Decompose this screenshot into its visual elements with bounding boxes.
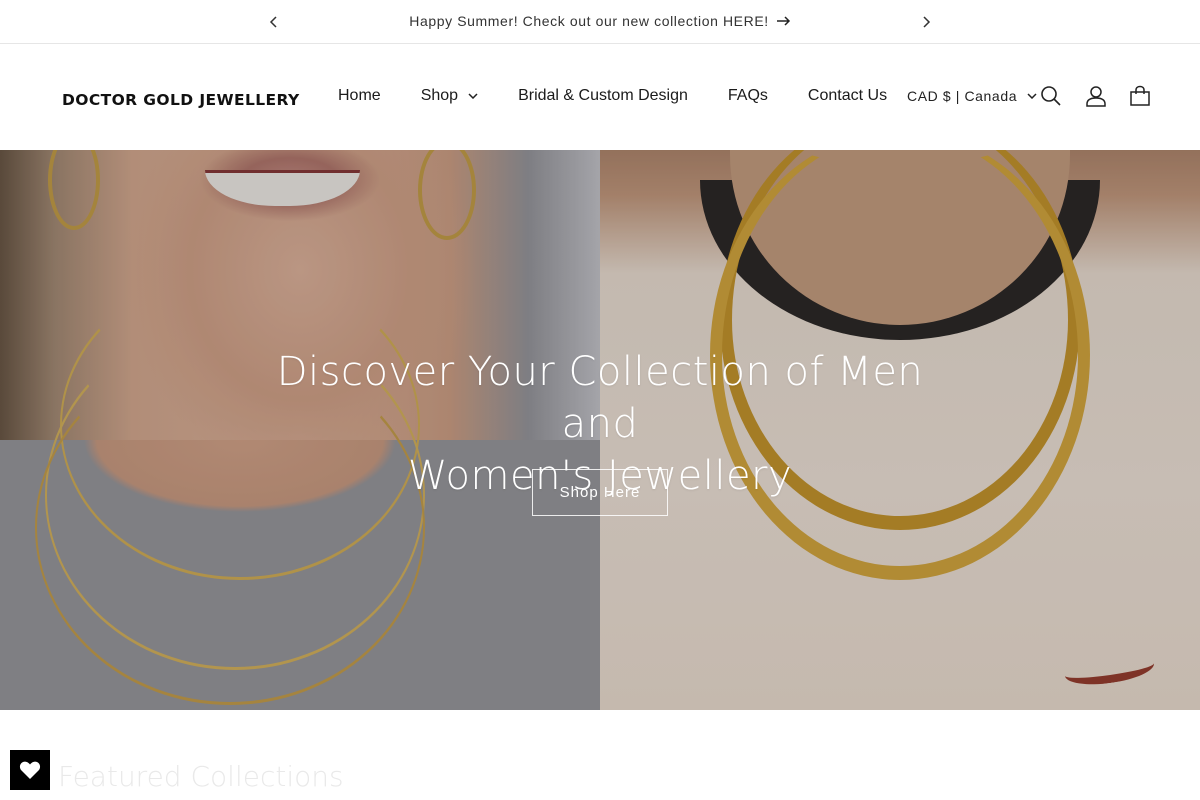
chevron-right-icon	[923, 16, 931, 28]
search-icon	[1041, 86, 1061, 106]
nav-item-label: FAQs	[727, 87, 768, 104]
country-selector[interactable]: CAD $ | Canada	[907, 88, 1037, 104]
account-icon	[1086, 86, 1106, 107]
arrow-right-icon	[776, 16, 790, 26]
nav-item-label: Bridal & Custom Design	[518, 87, 688, 104]
nav-item-contact[interactable]: Contact Us	[788, 87, 907, 105]
announcement-bar: Happy Summer! Check out our new collecti…	[0, 0, 1200, 44]
hero-heading-line-1: Discover Your Collection of Men and	[276, 349, 924, 447]
announcement-text: Happy Summer! Check out our new collecti…	[409, 13, 769, 29]
nav-item-label: Contact Us	[807, 87, 888, 104]
site-header: DOCTOR GOLD JEWELLERY Home Shop Bridal &…	[0, 45, 1200, 150]
chevron-down-icon	[1027, 93, 1037, 99]
heart-icon	[19, 761, 41, 779]
nav-item-label: Shop	[420, 87, 459, 104]
site-logo[interactable]: DOCTOR GOLD JEWELLERY	[62, 91, 300, 109]
nav-item-home[interactable]: Home	[318, 87, 401, 105]
country-selector-label: CAD $ | Canada	[907, 88, 1018, 104]
account-button[interactable]	[1084, 84, 1108, 108]
hero-banner: Discover Your Collection of Men and Wome…	[0, 150, 1200, 710]
main-nav: Home Shop Bridal & Custom Design FAQs Co…	[318, 87, 907, 105]
nav-item-label: Home	[338, 87, 381, 104]
nav-item-shop[interactable]: Shop	[401, 87, 498, 105]
cart-button[interactable]	[1128, 84, 1152, 108]
shop-here-button[interactable]: Shop Here	[532, 469, 668, 516]
wishlist-button[interactable]	[10, 750, 50, 790]
chevron-down-icon	[468, 93, 478, 99]
announcement-message: Happy Summer! Check out our new collecti…	[0, 13, 1200, 29]
nav-item-faqs[interactable]: FAQs	[708, 87, 788, 105]
announcement-next-button[interactable]	[916, 12, 936, 32]
nav-item-bridal[interactable]: Bridal & Custom Design	[498, 87, 708, 105]
featured-collections-title: Featured Collections	[58, 760, 344, 793]
announcement-link[interactable]: Happy Summer! Check out our new collecti…	[409, 13, 791, 29]
search-button[interactable]	[1039, 84, 1063, 108]
cart-icon	[1130, 85, 1150, 106]
